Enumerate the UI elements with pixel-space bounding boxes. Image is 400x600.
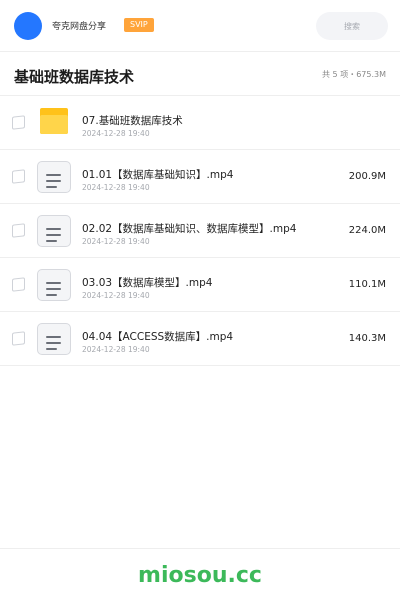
item-size: 140.3M	[348, 333, 386, 344]
video-file-icon	[37, 215, 71, 247]
avatar[interactable]	[14, 12, 42, 40]
item-name: 07.基础班数据库技术	[82, 115, 183, 127]
item-date: 2024-12-28 19:40	[82, 291, 150, 300]
select-checkbox[interactable]	[12, 277, 25, 292]
folder-title-row: 基础班数据库技术 共 5 项・675.3M	[0, 52, 400, 96]
file-list: 07.基础班数据库技术 2024-12-28 19:40 01.01【数据库基础…	[0, 96, 400, 366]
search-input[interactable]	[316, 12, 388, 40]
account-name: 夸克网盘分享	[52, 22, 107, 32]
video-file-icon	[37, 161, 71, 193]
footer-bar: miosou.cc	[0, 548, 400, 600]
folder-icon	[40, 108, 68, 134]
item-size: 200.9M	[348, 171, 386, 182]
item-name: 02.02【数据库基础知识、数据库模型】.mp4	[82, 223, 297, 235]
list-item[interactable]: 07.基础班数据库技术 2024-12-28 19:40	[0, 96, 400, 150]
item-date: 2024-12-28 19:40	[82, 237, 150, 246]
share-page: 夸克网盘分享 SVIP 基础班数据库技术 共 5 项・675.3M 07.基础班…	[0, 0, 400, 600]
video-file-icon	[37, 323, 71, 355]
item-name: 04.04【ACCESS数据库】.mp4	[82, 331, 234, 343]
select-checkbox[interactable]	[12, 223, 25, 238]
item-size: 224.0M	[348, 225, 386, 236]
select-checkbox[interactable]	[12, 169, 25, 184]
item-name: 01.01【数据库基础知识】.mp4	[82, 169, 234, 181]
page-title: 基础班数据库技术	[14, 68, 135, 86]
item-date: 2024-12-28 19:40	[82, 129, 150, 138]
svip-badge: SVIP	[124, 18, 154, 32]
list-item[interactable]: 04.04【ACCESS数据库】.mp4 2024-12-28 19:40 14…	[0, 312, 400, 366]
select-checkbox[interactable]	[12, 115, 25, 130]
header-bar: 夸克网盘分享 SVIP	[0, 0, 400, 52]
select-checkbox[interactable]	[12, 331, 25, 346]
watermark-logo: miosou.cc	[138, 563, 262, 588]
list-item[interactable]: 03.03【数据库模型】.mp4 2024-12-28 19:40 110.1M	[0, 258, 400, 312]
list-item[interactable]: 01.01【数据库基础知识】.mp4 2024-12-28 19:40 200.…	[0, 150, 400, 204]
item-date: 2024-12-28 19:40	[82, 183, 150, 192]
item-summary: 共 5 项・675.3M	[322, 70, 386, 79]
item-size: 110.1M	[348, 279, 386, 290]
video-file-icon	[37, 269, 71, 301]
list-item[interactable]: 02.02【数据库基础知识、数据库模型】.mp4 2024-12-28 19:4…	[0, 204, 400, 258]
item-date: 2024-12-28 19:40	[82, 345, 150, 354]
item-name: 03.03【数据库模型】.mp4	[82, 277, 213, 289]
